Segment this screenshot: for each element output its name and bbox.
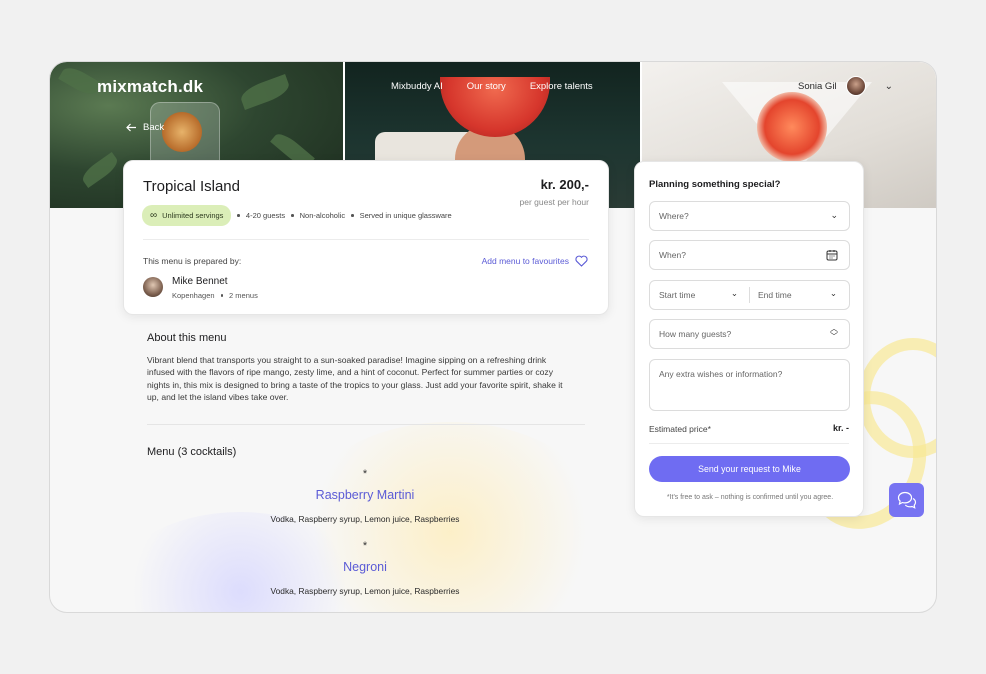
about-text: Vibrant blend that transports you straig… [147, 355, 563, 403]
cocktail-item: * Negroni Vodka, Raspberry syrup, Lemon … [160, 540, 570, 596]
user-avatar [845, 76, 866, 96]
chef-city: Kopenhagen [172, 291, 215, 300]
wishes-textarea[interactable]: Any extra wishes or information? [649, 359, 850, 411]
menu-price: kr. 200,- [540, 177, 589, 192]
start-time-select[interactable]: Start time ⌄ [650, 281, 748, 309]
cocktail-item: * Raspberry Martini Vodka, Raspberry syr… [160, 468, 570, 524]
estimate-value: kr. - [832, 423, 849, 433]
menu-title: Tropical Island [143, 178, 240, 195]
arrow-left-icon [126, 123, 136, 132]
logo[interactable]: mixmatch.dk [97, 77, 203, 97]
estimate-label: Estimated price* [649, 424, 711, 434]
infinity-icon: ∞ [150, 210, 158, 221]
chat-button[interactable] [889, 483, 924, 517]
end-time-placeholder: End time [758, 290, 792, 300]
chat-bubbles-icon [897, 491, 916, 509]
divider [147, 424, 585, 425]
chef-menus: 2 menus [229, 291, 258, 300]
calendar-icon [826, 250, 838, 261]
end-time-select[interactable]: End time ⌄ [749, 281, 847, 309]
user-name: Sonia Gil [798, 80, 837, 92]
add-to-favourites-button[interactable]: Add menu to favourites [482, 255, 588, 267]
favourite-label: Add menu to favourites [481, 256, 569, 266]
form-note: *It's free to ask – nothing is confirmed… [666, 494, 834, 501]
nav-our-story[interactable]: Our story [467, 81, 506, 92]
form-heading: Planning something special? [649, 179, 781, 190]
about-heading: About this menu [147, 332, 227, 344]
chef-meta: Kopenhagen 2 menus [172, 291, 258, 300]
date-field[interactable]: When? [649, 240, 850, 270]
up-down-chevron-icon: ︿ ﹀ [830, 324, 838, 341]
chevron-down-icon: ⌄ [830, 210, 838, 220]
back-label: Back [143, 122, 165, 133]
divider [649, 443, 849, 444]
tag-alcohol: Non-alcoholic [299, 211, 346, 220]
user-menu[interactable]: Sonia Gil ⌄ [798, 76, 893, 96]
asterisk-icon: * [362, 540, 368, 552]
guests-stepper[interactable]: How many guests? ︿ ﹀ [649, 319, 850, 349]
prepared-by-label: This menu is prepared by: [143, 256, 242, 266]
guests-placeholder: How many guests? [659, 329, 732, 339]
chef-name[interactable]: Mike Bennet [172, 276, 228, 287]
cocktail-ingredients: Vodka, Raspberry syrup, Lemon juice, Ras… [270, 586, 460, 596]
nav-explore-talents[interactable]: Explore talents [530, 81, 593, 92]
time-range: Start time ⌄ End time ⌄ [649, 280, 850, 310]
date-placeholder: When? [659, 250, 686, 260]
app-window: mixmatch.dk Mixbuddy AI Our story Explor… [49, 61, 937, 613]
asterisk-icon: * [362, 468, 368, 480]
nav-mixbuddy-ai[interactable]: Mixbuddy AI [391, 81, 443, 92]
where-select[interactable]: Where? ⌄ [649, 201, 850, 231]
main-nav: Mixbuddy AI Our story Explore talents [391, 81, 593, 92]
send-request-button[interactable]: Send your request to Mike [649, 456, 850, 482]
cocktail-ingredients: Vodka, Raspberry syrup, Lemon juice, Ras… [270, 514, 460, 524]
start-time-placeholder: Start time [659, 290, 696, 300]
unlimited-badge: ∞ Unlimited servings [142, 205, 232, 226]
cocktail-name: Raspberry Martini [315, 488, 415, 502]
tag-glassware: Served in unique glassware [359, 211, 452, 220]
tag-guests: 4-20 guests [245, 211, 286, 220]
menu-tags: ∞ Unlimited servings 4-20 guests Non-alc… [142, 205, 452, 226]
chevron-down-icon[interactable]: ⌄ [885, 81, 893, 92]
back-button[interactable]: Back [126, 122, 164, 133]
cocktail-name: Negroni [343, 560, 387, 574]
chevron-down-icon: ⌄ [829, 288, 837, 298]
heart-icon [575, 255, 588, 267]
wishes-placeholder: Any extra wishes or information? [659, 369, 783, 379]
chef-avatar[interactable] [143, 277, 163, 297]
divider [143, 239, 589, 240]
request-form: Planning something special? Where? ⌄ Whe… [634, 161, 864, 517]
menu-summary-card: Tropical Island kr. 200,- per guest per … [123, 160, 609, 315]
price-unit: per guest per hour [519, 197, 589, 207]
where-placeholder: Where? [659, 211, 689, 221]
cocktails-heading: Menu (3 cocktails) [147, 446, 237, 458]
unlimited-badge-label: Unlimited servings [162, 211, 224, 220]
chevron-down-icon: ⌄ [730, 288, 738, 298]
